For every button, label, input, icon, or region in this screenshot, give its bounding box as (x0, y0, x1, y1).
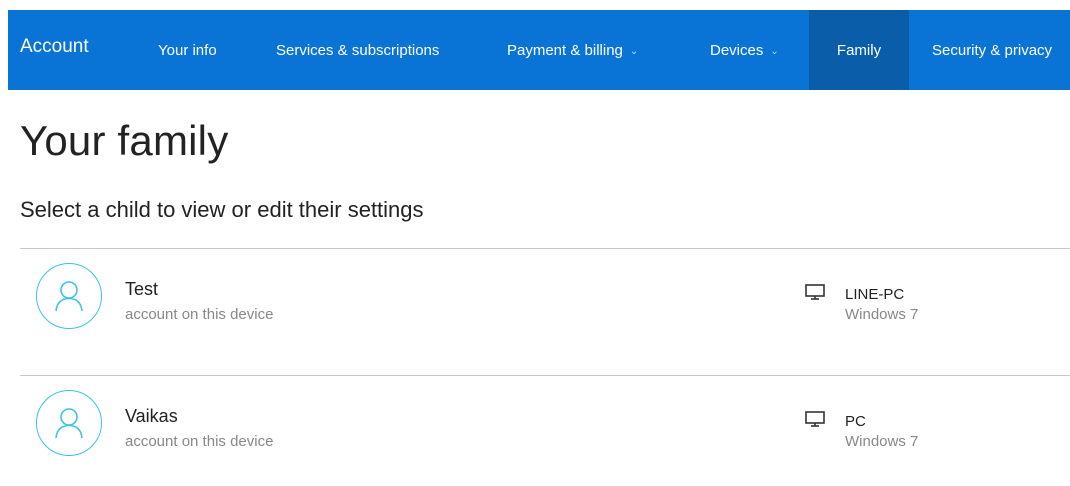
child-name: Vaikas (125, 406, 178, 426)
monitor-icon (805, 284, 825, 305)
nav-tab-label: Your info (158, 41, 217, 59)
device-name: PC (845, 413, 866, 430)
child-account-type: account on this device (125, 433, 274, 450)
device-os: Windows 7 (845, 433, 919, 450)
device-name: LINE-PC (845, 286, 905, 303)
page-subtitle: Select a child to view or edit their set… (20, 197, 424, 222)
child-row-test[interactable]: Test account on this device LINE-PC Wind… (20, 249, 1070, 359)
top-navigation-bar: Account Your info Services & subscriptio… (8, 10, 1070, 90)
nav-tab-label: Devices (710, 41, 764, 59)
device-os: Windows 7 (845, 306, 919, 323)
nav-tab-security-privacy[interactable]: Security & privacy (932, 10, 1052, 90)
person-icon (36, 263, 102, 329)
nav-tab-services-subscriptions[interactable]: Services & subscriptions (276, 10, 439, 90)
page-title: Your family (20, 117, 229, 164)
monitor-icon (805, 411, 825, 432)
nav-tab-label: Family (836, 41, 882, 59)
nav-tab-devices[interactable]: Devices ⌄ (710, 10, 779, 90)
nav-tab-label: Payment & billing (507, 41, 623, 59)
nav-tab-label: Security & privacy (932, 41, 1053, 59)
child-account-type: account on this device (125, 306, 274, 323)
nav-tab-your-info[interactable]: Your info (158, 10, 238, 90)
chevron-down-icon: ⌄ (629, 45, 639, 57)
person-icon (36, 390, 102, 456)
nav-tab-payment-billing[interactable]: Payment & billing ⌄ (507, 10, 638, 90)
nav-tab-family[interactable]: Family (809, 10, 909, 90)
account-brand-link[interactable]: Account (20, 36, 89, 58)
child-name: Test (125, 279, 159, 299)
child-row-vaikas[interactable]: Vaikas account on this device PC Windows… (20, 376, 1070, 486)
nav-tab-label: Services & subscriptions (276, 41, 440, 59)
chevron-down-icon: ⌄ (770, 45, 779, 57)
